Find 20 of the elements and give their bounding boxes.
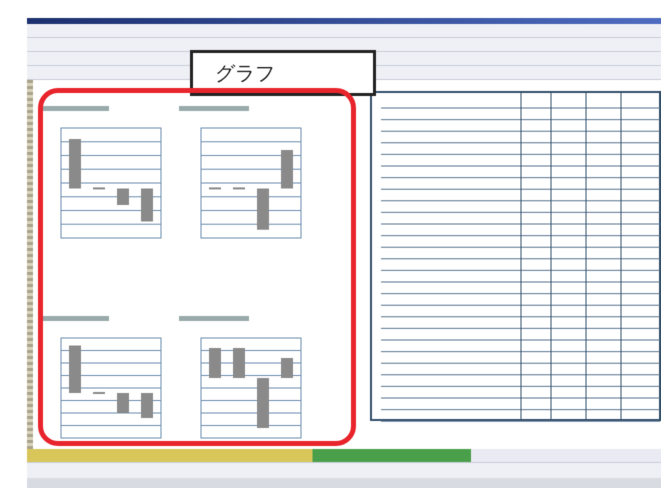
chart-bar	[281, 358, 293, 378]
chart-bar	[141, 188, 153, 222]
blurred-chart-title	[41, 316, 109, 321]
chart-bar	[93, 187, 105, 190]
chart-bar	[281, 150, 293, 188]
chart-bar	[209, 348, 221, 378]
blurred-chart-title	[41, 106, 109, 111]
blurred-chart-title	[179, 316, 249, 321]
chart-bar	[117, 188, 129, 205]
callout-label: グラフ	[190, 50, 376, 96]
blurred-chart-title	[179, 106, 249, 111]
chart-bar	[233, 348, 245, 378]
chart-bar	[257, 188, 269, 230]
chart-bar	[209, 187, 221, 190]
chart-bar	[233, 187, 245, 190]
chart-bar	[117, 393, 129, 413]
chart-bar	[257, 378, 269, 428]
chart-bar	[69, 346, 81, 393]
chart-bar	[141, 393, 153, 418]
chart-bar	[69, 139, 81, 188]
